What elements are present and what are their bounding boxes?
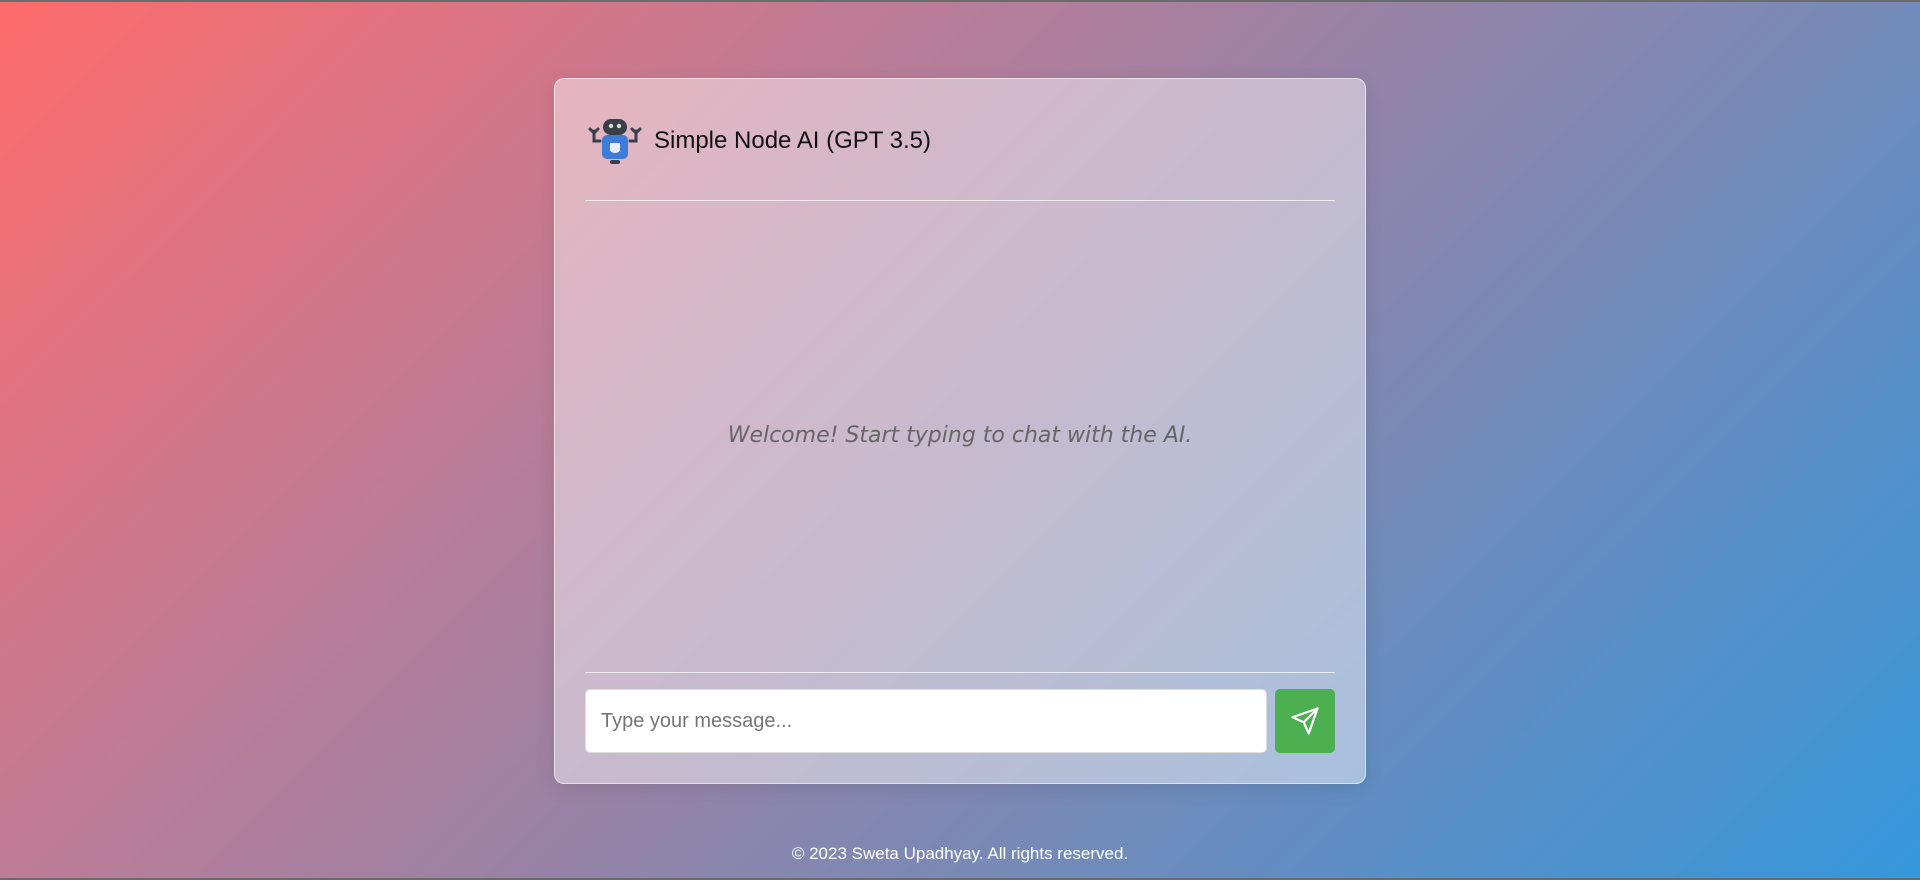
send-button[interactable] bbox=[1275, 689, 1335, 753]
welcome-message: Welcome! Start typing to chat with the A… bbox=[727, 423, 1193, 448]
message-input[interactable] bbox=[585, 689, 1267, 753]
robot-icon bbox=[585, 115, 645, 167]
chat-messages-area: Welcome! Start typing to chat with the A… bbox=[585, 201, 1335, 673]
chat-card: Simple Node AI (GPT 3.5) Welcome! Start … bbox=[554, 78, 1366, 784]
message-input-row bbox=[585, 689, 1335, 753]
send-icon bbox=[1290, 706, 1320, 736]
chat-header: Simple Node AI (GPT 3.5) bbox=[585, 79, 1335, 201]
footer-copyright: © 2023 Sweta Upadhyay. All rights reserv… bbox=[791, 844, 1129, 863]
app-title: Simple Node AI (GPT 3.5) bbox=[654, 126, 932, 154]
